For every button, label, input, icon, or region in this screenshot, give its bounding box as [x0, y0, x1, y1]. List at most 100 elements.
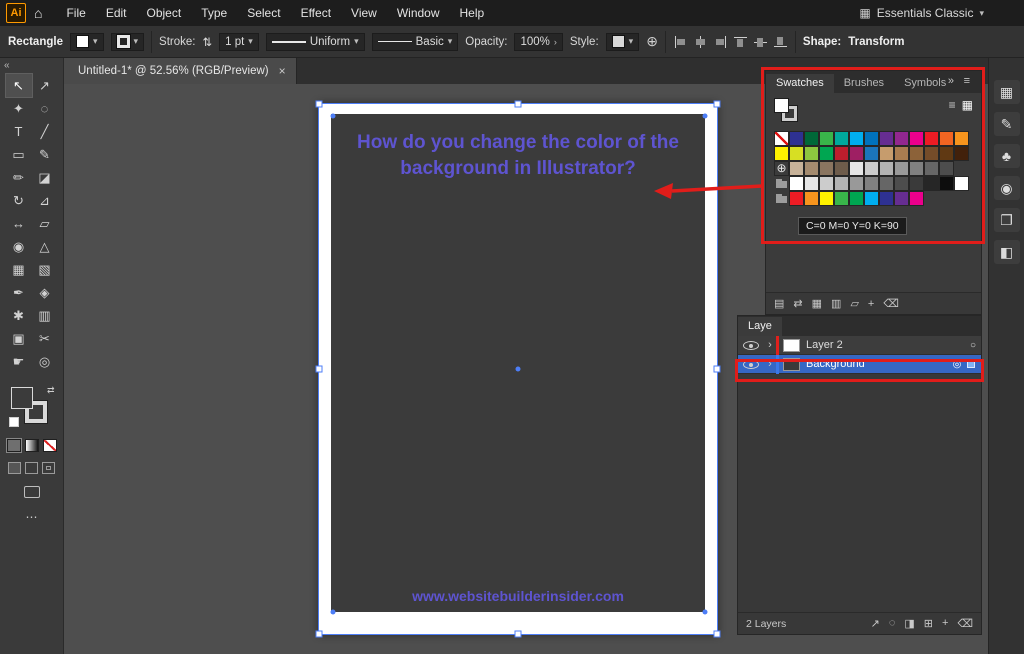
swatch[interactable] — [819, 191, 834, 206]
swatch[interactable] — [804, 146, 819, 161]
swatch[interactable] — [834, 161, 849, 176]
swatch[interactable] — [879, 161, 894, 176]
transform-label[interactable]: Transform — [848, 36, 904, 48]
tool-scale[interactable]: ⊿ — [32, 189, 58, 212]
default-fill-stroke-icon[interactable] — [9, 417, 19, 427]
tool-symbol-sprayer[interactable]: ✱ — [6, 304, 32, 327]
tool-artboard[interactable]: ▣ — [6, 327, 32, 350]
swatch[interactable] — [774, 146, 789, 161]
draw-normal-button[interactable] — [8, 462, 21, 474]
swatch[interactable] — [819, 176, 834, 191]
width-profile-dropdown[interactable]: Uniform ▾ — [266, 33, 365, 51]
swatch[interactable] — [774, 131, 789, 146]
swatch[interactable] — [789, 176, 804, 191]
swatch[interactable] — [789, 191, 804, 206]
tool-pencil[interactable]: ✏ — [6, 166, 32, 189]
swatch[interactable] — [954, 176, 969, 191]
tool-mesh[interactable]: ▦ — [6, 258, 32, 281]
tool-shape-builder[interactable]: ◉ — [6, 235, 32, 258]
transparency-panel-icon[interactable]: ❐ — [994, 208, 1020, 232]
layer-target-icon[interactable]: ◎ — [949, 359, 965, 370]
layer-name[interactable]: Layer 2 — [806, 339, 965, 351]
draw-behind-button[interactable] — [25, 462, 38, 474]
tool-slice[interactable]: ✂ — [32, 327, 58, 350]
tool-eyedropper[interactable]: ✒ — [6, 281, 32, 304]
illustrator-logo[interactable]: Ai — [6, 3, 26, 23]
layer-row[interactable]: › Background ◎ — [738, 355, 981, 374]
swatch[interactable] — [894, 131, 909, 146]
selection-handle[interactable] — [714, 101, 721, 108]
swatch[interactable] — [834, 176, 849, 191]
swatch[interactable] — [774, 191, 789, 206]
swatch[interactable] — [864, 176, 879, 191]
tool-gradient[interactable]: ▧ — [32, 258, 58, 281]
swatch[interactable] — [924, 131, 939, 146]
swatch[interactable] — [789, 161, 804, 176]
swatch[interactable] — [909, 176, 924, 191]
swatch[interactable] — [909, 191, 924, 206]
none-button[interactable] — [43, 439, 57, 452]
new-sublayer-icon[interactable]: ⊞ — [924, 617, 933, 630]
opacity-input[interactable]: 100% › — [514, 33, 562, 51]
close-icon[interactable]: × — [279, 64, 286, 78]
anchor-point[interactable] — [331, 114, 336, 119]
swatch[interactable] — [819, 146, 834, 161]
swatch[interactable] — [954, 131, 969, 146]
swatch[interactable] — [774, 161, 789, 176]
draw-inside-button[interactable] — [42, 462, 55, 474]
panel-expand-icon[interactable]: » — [943, 75, 959, 91]
swatch[interactable] — [834, 131, 849, 146]
tool-paintbrush[interactable]: ✎ — [32, 143, 58, 166]
swatch[interactable] — [849, 176, 864, 191]
new-layer-icon[interactable]: + — [942, 617, 948, 630]
swatch[interactable] — [909, 146, 924, 161]
layer-name[interactable]: Background — [806, 358, 949, 370]
home-icon[interactable]: ⌂ — [34, 5, 42, 21]
delete-layer-icon[interactable]: ⌫ — [957, 617, 973, 630]
tool-magic-wand[interactable]: ✦ — [6, 97, 32, 120]
stroke-color-dropdown[interactable]: ▾ — [111, 33, 145, 51]
tool-blend[interactable]: ◈ — [32, 281, 58, 304]
swatch[interactable] — [864, 146, 879, 161]
menu-item[interactable]: Edit — [96, 0, 137, 26]
visibility-eye-icon[interactable] — [743, 360, 759, 369]
collapse-panel-icon[interactable]: « — [0, 58, 63, 74]
visibility-eye-icon[interactable] — [743, 341, 759, 350]
tool-type[interactable]: T — [6, 120, 32, 143]
layer-row[interactable]: › Layer 2 ○ — [738, 336, 981, 355]
swap-fill-stroke-icon[interactable]: ⇄ — [47, 385, 55, 396]
panel-menu-icon[interactable]: ≡ — [959, 75, 975, 91]
style-dropdown[interactable]: ▾ — [606, 33, 640, 51]
edit-toolbar-icon[interactable]: ⋯ — [26, 510, 38, 524]
swatch[interactable] — [804, 161, 819, 176]
horizontal-align-center-icon[interactable] — [693, 35, 708, 49]
tool-zoom[interactable]: ◎ — [32, 350, 58, 373]
menu-item[interactable]: Help — [450, 0, 495, 26]
menu-item[interactable]: Select — [237, 0, 290, 26]
menu-item[interactable]: Window — [387, 0, 450, 26]
layers-tab[interactable]: Laye — [738, 317, 782, 336]
swatch[interactable] — [849, 191, 864, 206]
workspace-switcher[interactable]: ▦ Essentials Classic ▾ — [859, 6, 984, 20]
swatches-fill-stroke-proxy[interactable] — [774, 98, 800, 124]
list-view-icon[interactable]: ≡ — [949, 98, 956, 112]
swatch[interactable] — [834, 191, 849, 206]
collect-for-export-icon[interactable]: ↗ — [871, 617, 880, 630]
document-setup-globe-icon[interactable]: ⊕ — [646, 33, 658, 50]
gradient-panel-icon[interactable]: ◉ — [994, 176, 1020, 200]
swatch[interactable] — [819, 161, 834, 176]
brush-dropdown[interactable]: Basic ▾ — [372, 33, 459, 51]
swatch[interactable] — [864, 131, 879, 146]
swatch[interactable] — [894, 161, 909, 176]
swatch[interactable] — [834, 146, 849, 161]
panel-tab[interactable]: Brushes — [834, 74, 894, 93]
locate-object-icon[interactable]: ◌ — [889, 617, 896, 630]
tool-hand[interactable]: ☛ — [6, 350, 32, 373]
delete-swatch-icon[interactable]: ⌫ — [883, 297, 899, 310]
symbols-panel-icon[interactable]: ♣ — [994, 144, 1020, 168]
tool-width[interactable]: ↔ — [6, 212, 32, 235]
swatch[interactable] — [924, 161, 939, 176]
menu-item[interactable]: Effect — [291, 0, 341, 26]
swatch[interactable] — [924, 146, 939, 161]
swatch[interactable] — [939, 161, 954, 176]
